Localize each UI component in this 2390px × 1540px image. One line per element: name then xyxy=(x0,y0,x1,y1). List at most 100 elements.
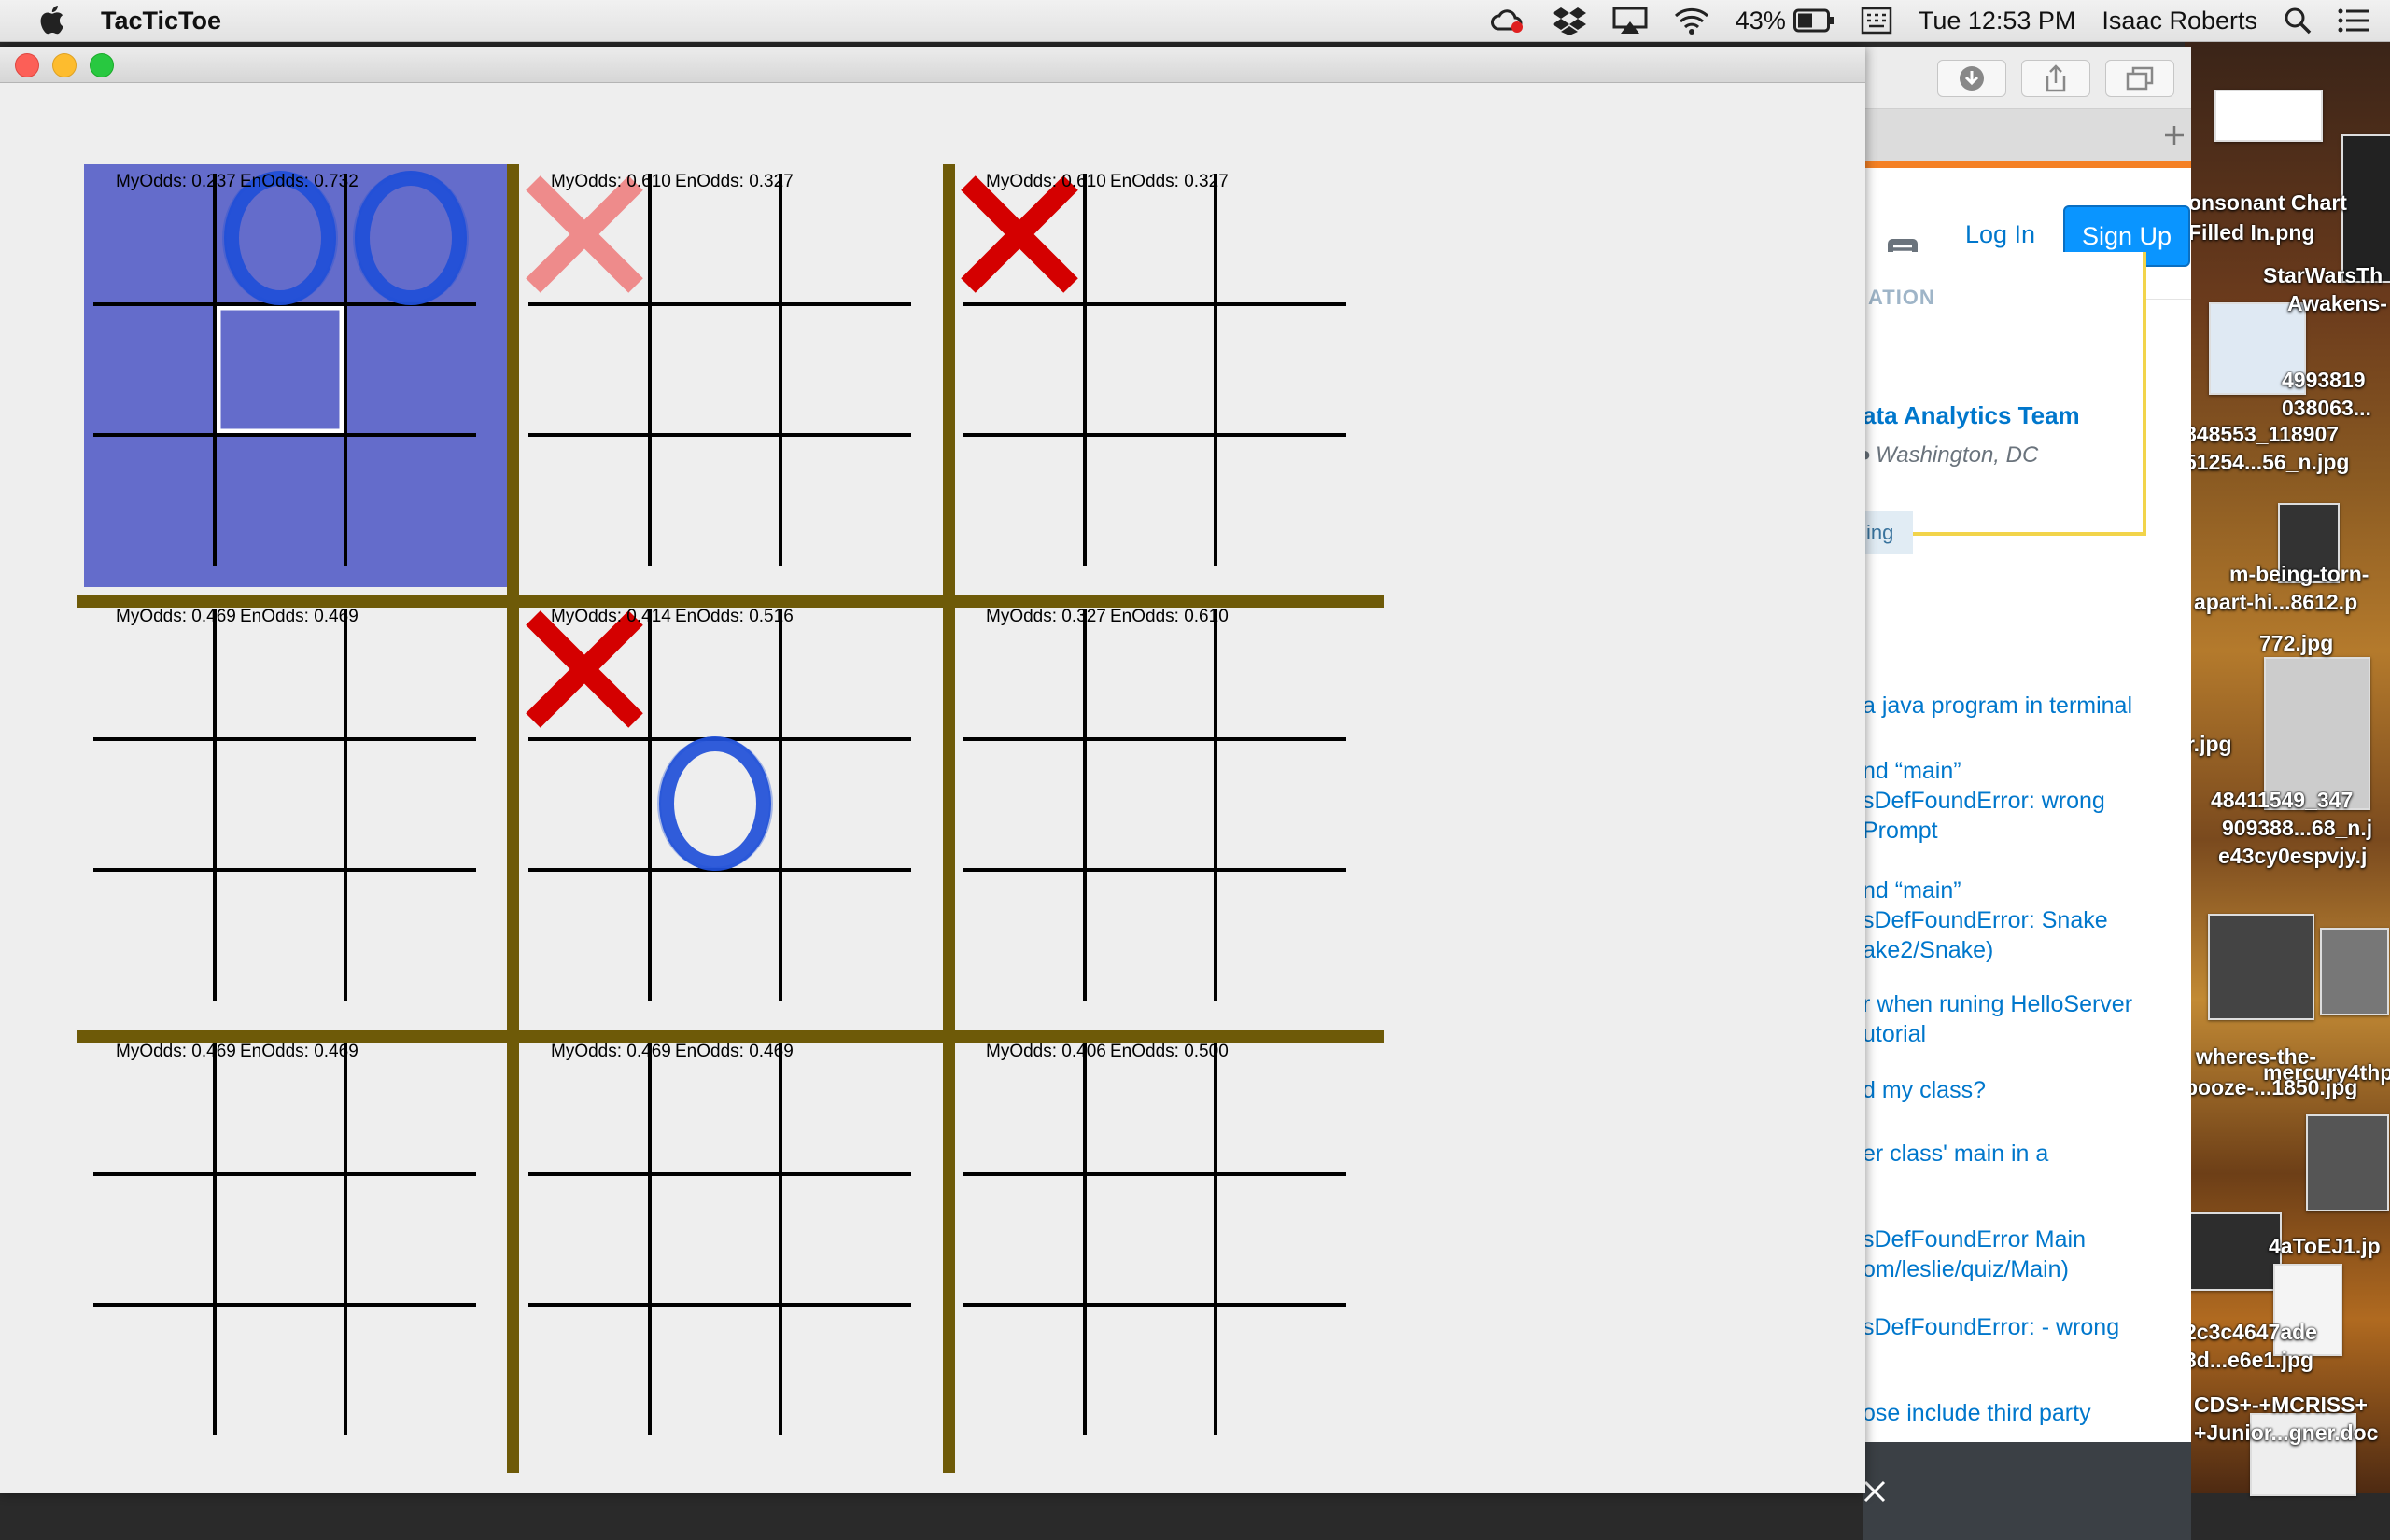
desktop-file-thumbnail[interactable] xyxy=(2306,1114,2389,1211)
desktop-file-label[interactable]: +Junior...gner.doc xyxy=(2194,1421,2378,1446)
window-title-bar[interactable] xyxy=(0,47,1865,83)
board-cell[interactable] xyxy=(780,609,911,739)
board-cell[interactable] xyxy=(84,739,215,870)
notification-center-icon[interactable] xyxy=(2338,7,2369,34)
board-cell[interactable] xyxy=(1216,739,1346,870)
desktop-file-label[interactable]: 51254...56_n.jpg xyxy=(2185,450,2349,475)
minimize-window-button[interactable] xyxy=(52,53,77,77)
close-window-button[interactable] xyxy=(15,53,39,77)
related-question-link[interactable]: er class' main in a xyxy=(1863,1139,2189,1169)
board-cell[interactable] xyxy=(1216,1174,1346,1305)
share-button[interactable] xyxy=(2021,60,2090,97)
board-cell[interactable] xyxy=(519,304,650,435)
wifi-icon[interactable] xyxy=(1674,7,1709,35)
desktop-file-thumbnail[interactable] xyxy=(2185,1212,2282,1291)
board-cell[interactable] xyxy=(345,1174,476,1305)
board-cell[interactable] xyxy=(650,1043,780,1174)
board-cell[interactable] xyxy=(215,739,345,870)
board-cell[interactable] xyxy=(215,304,345,435)
login-link[interactable]: Log In xyxy=(1965,220,2035,249)
battery-percentage[interactable]: 43% xyxy=(1736,7,1786,35)
board-cell[interactable] xyxy=(215,1174,345,1305)
related-question-link[interactable]: d my class? xyxy=(1863,1075,2189,1105)
board-cell[interactable] xyxy=(1085,1305,1216,1435)
desktop-file-label[interactable]: e43cy0espvjy.j xyxy=(2218,844,2367,869)
desktop-file-label[interactable]: m-being-torn- xyxy=(2229,562,2369,587)
board-cell[interactable] xyxy=(1085,174,1216,304)
board-cell[interactable] xyxy=(84,609,215,739)
board-cell[interactable] xyxy=(519,870,650,1001)
board-cell[interactable] xyxy=(215,609,345,739)
desktop-file-label[interactable]: onsonant Chart xyxy=(2188,190,2347,216)
desktop-file-label[interactable]: 848553_118907 xyxy=(2185,422,2339,447)
board-cell[interactable] xyxy=(780,739,911,870)
job-title[interactable]: ata Analytics Team xyxy=(1863,401,2080,430)
related-question-link[interactable]: r when runing HelloServer utorial xyxy=(1863,989,2189,1049)
clock[interactable]: Tue 12:53 PM xyxy=(1919,7,2076,35)
related-question-link[interactable]: sDefFoundError Main om/leslie/quiz/Main) xyxy=(1863,1225,2189,1284)
board-cell[interactable] xyxy=(650,609,780,739)
board-cell[interactable] xyxy=(84,304,215,435)
board-cell[interactable] xyxy=(780,174,911,304)
related-question-link[interactable]: ose include third party xyxy=(1863,1398,2189,1428)
airplay-icon[interactable] xyxy=(1612,7,1648,35)
desktop-file-thumbnail[interactable] xyxy=(2341,134,2390,283)
desktop-file-label[interactable]: StarWarsTh xyxy=(2263,263,2383,288)
user-name[interactable]: Isaac Roberts xyxy=(2102,7,2257,35)
app-name-menu[interactable]: TacTicToe xyxy=(101,7,221,35)
apple-menu-icon[interactable] xyxy=(37,5,65,35)
board-cell[interactable] xyxy=(519,739,650,870)
board-cell[interactable] xyxy=(345,304,476,435)
spotlight-search-icon[interactable] xyxy=(2284,7,2312,35)
desktop-file-label[interactable]: 4aToEJ1.jp xyxy=(2269,1234,2381,1259)
board-cell[interactable] xyxy=(650,435,780,566)
related-question-link[interactable]: nd “main” sDefFoundError: wrong Prompt xyxy=(1863,756,2189,846)
desktop-file-label[interactable]: booze-...1850.jpg xyxy=(2185,1075,2357,1100)
board-cell[interactable] xyxy=(215,435,345,566)
board-cell[interactable] xyxy=(650,304,780,435)
board-cell[interactable] xyxy=(1085,1043,1216,1174)
dropbox-icon[interactable] xyxy=(1552,6,1586,35)
related-question-link[interactable]: sDefFoundError: - wrong xyxy=(1863,1312,2189,1342)
board-cell[interactable] xyxy=(650,1174,780,1305)
board-cell[interactable] xyxy=(84,435,215,566)
board-cell[interactable] xyxy=(954,1305,1085,1435)
desktop-file-thumbnail[interactable] xyxy=(2320,928,2389,1015)
board-cell[interactable] xyxy=(1216,609,1346,739)
board-cell[interactable] xyxy=(345,1305,476,1435)
board-cell[interactable] xyxy=(1216,174,1346,304)
board-cell[interactable] xyxy=(345,435,476,566)
board-cell[interactable] xyxy=(345,739,476,870)
tabs-overview-button[interactable] xyxy=(2105,60,2174,97)
job-ad-card[interactable]: ATION ata Analytics Team ● Washington, D… xyxy=(1859,252,2146,554)
desktop-file-thumbnail[interactable] xyxy=(2214,90,2323,142)
board-cell[interactable] xyxy=(215,870,345,1001)
board-cell[interactable] xyxy=(780,870,911,1001)
board-cell[interactable] xyxy=(1085,739,1216,870)
board-cell[interactable] xyxy=(1216,1305,1346,1435)
board-cell[interactable] xyxy=(1216,304,1346,435)
board-cell[interactable] xyxy=(519,1305,650,1435)
board-cell[interactable] xyxy=(1085,1174,1216,1305)
board-cell[interactable] xyxy=(650,1305,780,1435)
desktop-file-label[interactable]: CDS+-+MCRISS+ xyxy=(2194,1393,2368,1418)
related-question-link[interactable]: a java program in terminal xyxy=(1863,691,2189,721)
board-cell[interactable] xyxy=(780,1305,911,1435)
board-cell[interactable] xyxy=(345,870,476,1001)
desktop-file-label[interactable]: 2c3c4647ade xyxy=(2185,1320,2317,1345)
desktop-file-label[interactable]: 3d...e6e1.jpg xyxy=(2185,1348,2313,1373)
board-cell[interactable] xyxy=(954,1174,1085,1305)
desktop-file-label[interactable]: 038063... xyxy=(2282,396,2371,421)
board-cell[interactable] xyxy=(1085,435,1216,566)
board-cell[interactable] xyxy=(954,739,1085,870)
desktop-file-label[interactable]: 48411549_347 xyxy=(2211,788,2353,813)
board-cell[interactable] xyxy=(1085,304,1216,435)
board-cell[interactable] xyxy=(84,1174,215,1305)
board-cell[interactable] xyxy=(780,1174,911,1305)
job-tag[interactable]: ing xyxy=(1863,511,1913,554)
board-cell[interactable] xyxy=(215,1043,345,1174)
board-cell[interactable] xyxy=(954,609,1085,739)
creative-cloud-icon[interactable] xyxy=(1489,7,1526,35)
ultimate-tictactoe-board[interactable]: MyOdds: 0.237 EnOdds: 0.732 MyOdds: 0.610 E… xyxy=(0,82,1865,1493)
desktop-file-label[interactable]: 4993819 xyxy=(2282,368,2366,393)
